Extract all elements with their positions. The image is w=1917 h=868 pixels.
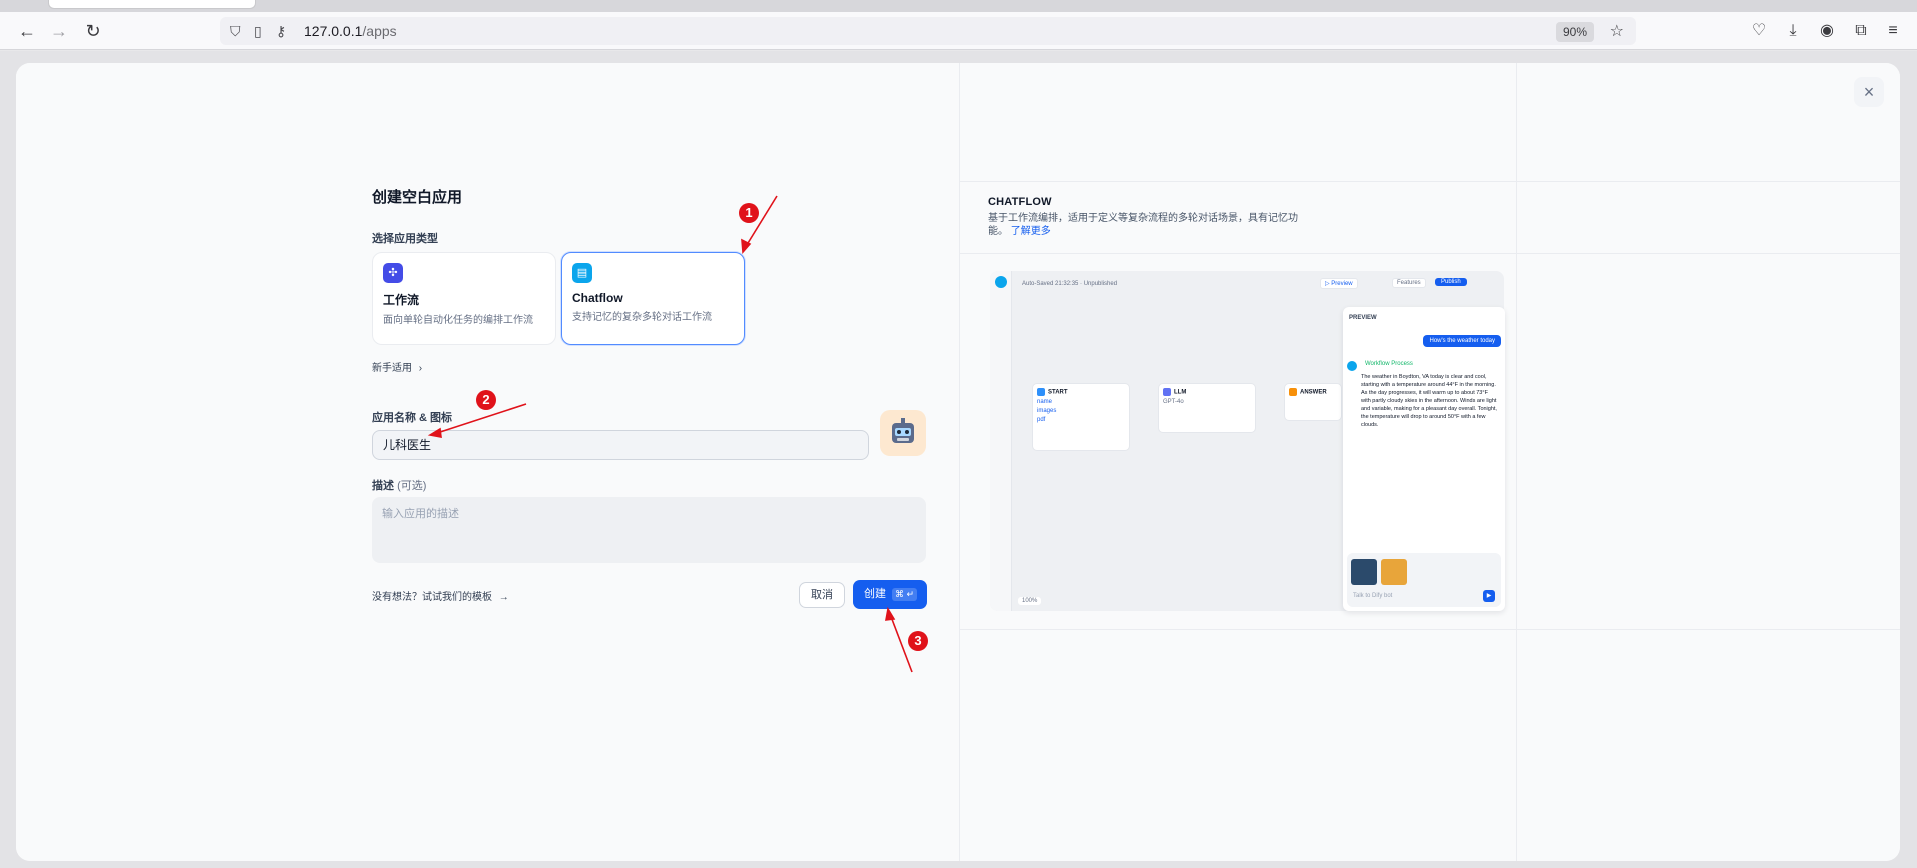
annotation-arrowhead (885, 606, 896, 621)
start-var: images (1037, 408, 1057, 414)
learn-more-link[interactable]: 了解更多 (1011, 226, 1051, 237)
start-node: START name images pdf (1032, 383, 1130, 451)
annotation-number: 2 (476, 390, 496, 410)
bot-avatar (1347, 361, 1357, 371)
answer-title-text: ANSWER (1300, 389, 1327, 396)
preview-left-toolbar (990, 271, 1012, 611)
answer-node-title: ANSWER (1289, 388, 1337, 396)
llm-node-icon (1163, 388, 1171, 396)
chatflow-preview-image: Auto-Saved 21:32:35 · Unpublished ▷ Prev… (990, 271, 1505, 611)
answer-node-icon (1289, 388, 1297, 396)
llm-model: GPT-4o (1163, 399, 1184, 405)
user-message: How's the weather today (1423, 335, 1501, 347)
image-thumbnail (1381, 559, 1407, 585)
llm-node: LLM GPT-4o (1158, 383, 1256, 433)
chat-input-placeholder: Talk to Dify bot (1353, 593, 1393, 599)
bot-message: The weather in Boydton, VA today is clea… (1361, 374, 1497, 428)
publish-button: Publish (1435, 278, 1467, 286)
preview-run-label: Preview (1331, 281, 1353, 287)
image-thumbnail (1351, 559, 1377, 585)
canvas-zoom: 100% (1018, 597, 1042, 605)
start-node-title: START (1037, 388, 1125, 396)
chat-preview-panel: PREVIEW How's the weather today Workflow… (1343, 307, 1505, 611)
llm-node-title: LLM (1163, 388, 1251, 396)
annotation-overlay (427, 195, 913, 673)
annotation-number: 1 (739, 203, 759, 223)
chatflow-desc: 基于工作流编排，适用于定义等复杂流程的多轮对话场景，具有记忆功能。 了解更多 (988, 212, 1308, 238)
start-node-icon (1037, 388, 1045, 396)
chat-panel-title: PREVIEW (1349, 315, 1377, 321)
start-title-text: START (1048, 389, 1068, 396)
start-var: name (1037, 399, 1053, 405)
autosave-status: Auto-Saved 21:32:35 · Unpublished (1022, 281, 1118, 287)
annotation-number: 3 (908, 631, 928, 651)
workflow-process-label: Workflow Process (1365, 361, 1413, 367)
chat-input-area: Talk to Dify bot ▶ (1347, 553, 1501, 607)
app-logo-icon (995, 276, 1007, 288)
annotation-arrowhead (427, 427, 442, 438)
features-button: Features (1392, 278, 1426, 288)
send-icon: ▶ (1483, 590, 1495, 602)
llm-title-text: LLM (1174, 389, 1187, 396)
preview-run-button: ▷ Preview (1320, 278, 1358, 289)
answer-node: ANSWER (1284, 383, 1342, 421)
start-var: pdf (1037, 417, 1046, 423)
chatflow-title: CHATFLOW (988, 196, 1052, 208)
